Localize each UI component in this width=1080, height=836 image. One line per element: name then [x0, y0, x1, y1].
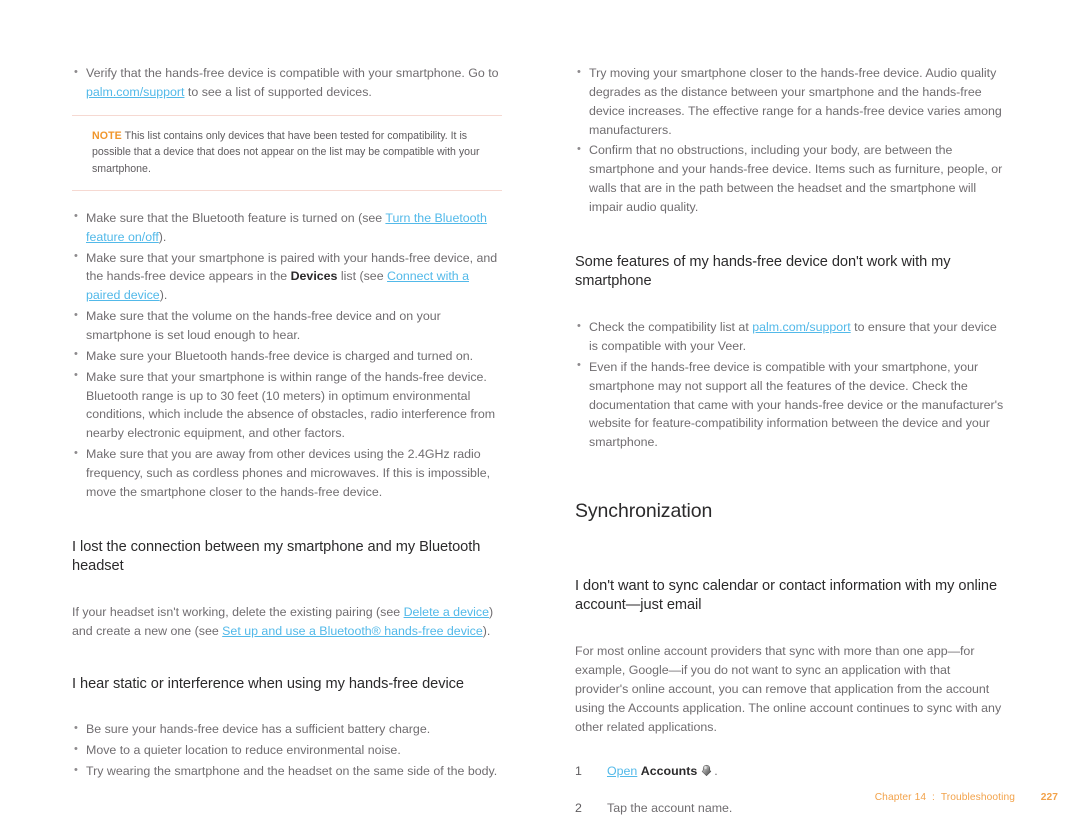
footer-chapter-number: Chapter 14	[874, 792, 927, 803]
numbered-step-list: 1 Open Accounts. 2 Tap the account name.	[575, 762, 1005, 818]
paragraph-lost-connection: If your headset isn't working, delete th…	[72, 603, 502, 641]
footer-section-name: Troubleshooting	[940, 792, 1015, 803]
list-item: Be sure your hands-free device has a suf…	[72, 720, 502, 739]
footer-chapter-label: Chapter 14 : Troubleshooting	[875, 792, 1015, 803]
bullet-list-feature-support: Check the compatibility list at palm.com…	[575, 318, 1005, 452]
list-item: Make sure that you are away from other d…	[72, 445, 502, 502]
bold-devices-label: Devices	[290, 269, 338, 284]
bullet-list-audio-quality: Try moving your smartphone closer to the…	[575, 63, 1005, 217]
bullet-list-compatibility: Verify that the hands-free device is com…	[72, 64, 502, 102]
list-item: Even if the hands-free device is compati…	[575, 357, 1005, 452]
right-column: Try moving your smartphone closer to the…	[575, 63, 1005, 836]
bullet-text-pre: Check the compatibility list at	[589, 320, 753, 335]
step-content: Open Accounts.	[607, 762, 1005, 781]
paragraph-sync-explanation: For most online account providers that s…	[575, 644, 1002, 734]
bullet-text-post: ).	[159, 288, 168, 303]
list-item: Try wearing the smartphone and the heads…	[72, 762, 502, 781]
bullet-text-pre: Verify that the hands-free device is com…	[86, 66, 499, 80]
bullet-text-pre: Make sure that the Bluetooth feature is …	[86, 210, 386, 225]
list-item: Make sure that the Bluetooth feature is …	[72, 208, 502, 247]
link-setup-bluetooth-hands-free[interactable]: Set up and use a Bluetooth® hands-free d…	[222, 624, 483, 638]
list-item: Make sure that your smartphone is paired…	[72, 248, 502, 306]
list-item: Move to a quieter location to reduce env…	[72, 741, 502, 760]
step-text-post: .	[714, 764, 718, 779]
list-item: Confirm that no obstructions, including …	[575, 141, 1005, 216]
list-item: Make sure that the volume on the hands-f…	[72, 307, 502, 345]
paragraph-text-post: ).	[482, 623, 491, 638]
bullet-list-bluetooth-checks: Make sure that the Bluetooth feature is …	[72, 208, 502, 502]
step-item: 1 Open Accounts.	[575, 762, 1005, 781]
bullet-text-mid: list (see	[337, 269, 388, 284]
bold-accounts-label: Accounts	[640, 764, 698, 779]
list-item: Try moving your smartphone closer to the…	[575, 63, 1005, 139]
list-item: Check the compatibility list at palm.com…	[575, 318, 1005, 356]
footer-page-number: 227	[1040, 792, 1058, 803]
step-number: 1	[575, 764, 582, 779]
bullet-text-post: ).	[158, 229, 167, 244]
list-item: Verify that the hands-free device is com…	[72, 64, 502, 102]
heading-synchronization: Synchronization	[575, 500, 713, 523]
link-palm-support[interactable]: palm.com/support	[752, 320, 850, 334]
bullet-list-static-fixes: Be sure your hands-free device has a suf…	[72, 720, 502, 781]
list-item: Make sure your Bluetooth hands-free devi…	[72, 346, 502, 366]
accounts-app-icon	[700, 764, 713, 777]
note-label: NOTE	[92, 129, 122, 142]
note-box: NOTE This list contains only devices tha…	[72, 114, 502, 191]
heading-static-interference: I hear static or interference when using…	[72, 675, 464, 692]
heading-dont-sync: I don't want to sync calendar or contact…	[575, 577, 998, 614]
document-page: Verify that the hands-free device is com…	[0, 0, 1080, 834]
bullet-text-post: to see a list of supported devices.	[184, 84, 372, 99]
link-palm-support[interactable]: palm.com/support	[86, 85, 184, 99]
link-open[interactable]: Open	[607, 764, 637, 778]
note-content: NOTE This list contains only devices tha…	[72, 128, 502, 177]
page-footer: Chapter 14 : Troubleshooting 227	[0, 792, 1080, 808]
paragraph-text-pre: If your headset isn't working, delete th…	[72, 604, 404, 619]
left-column: Verify that the hands-free device is com…	[72, 64, 502, 783]
note-text: This list contains only devices that hav…	[92, 129, 480, 175]
link-delete-a-device[interactable]: Delete a device	[404, 605, 489, 619]
heading-some-features: Some features of my hands-free device do…	[575, 253, 951, 290]
heading-lost-connection: I lost the connection between my smartph…	[72, 538, 481, 575]
list-item: Make sure that your smartphone is within…	[72, 367, 502, 443]
